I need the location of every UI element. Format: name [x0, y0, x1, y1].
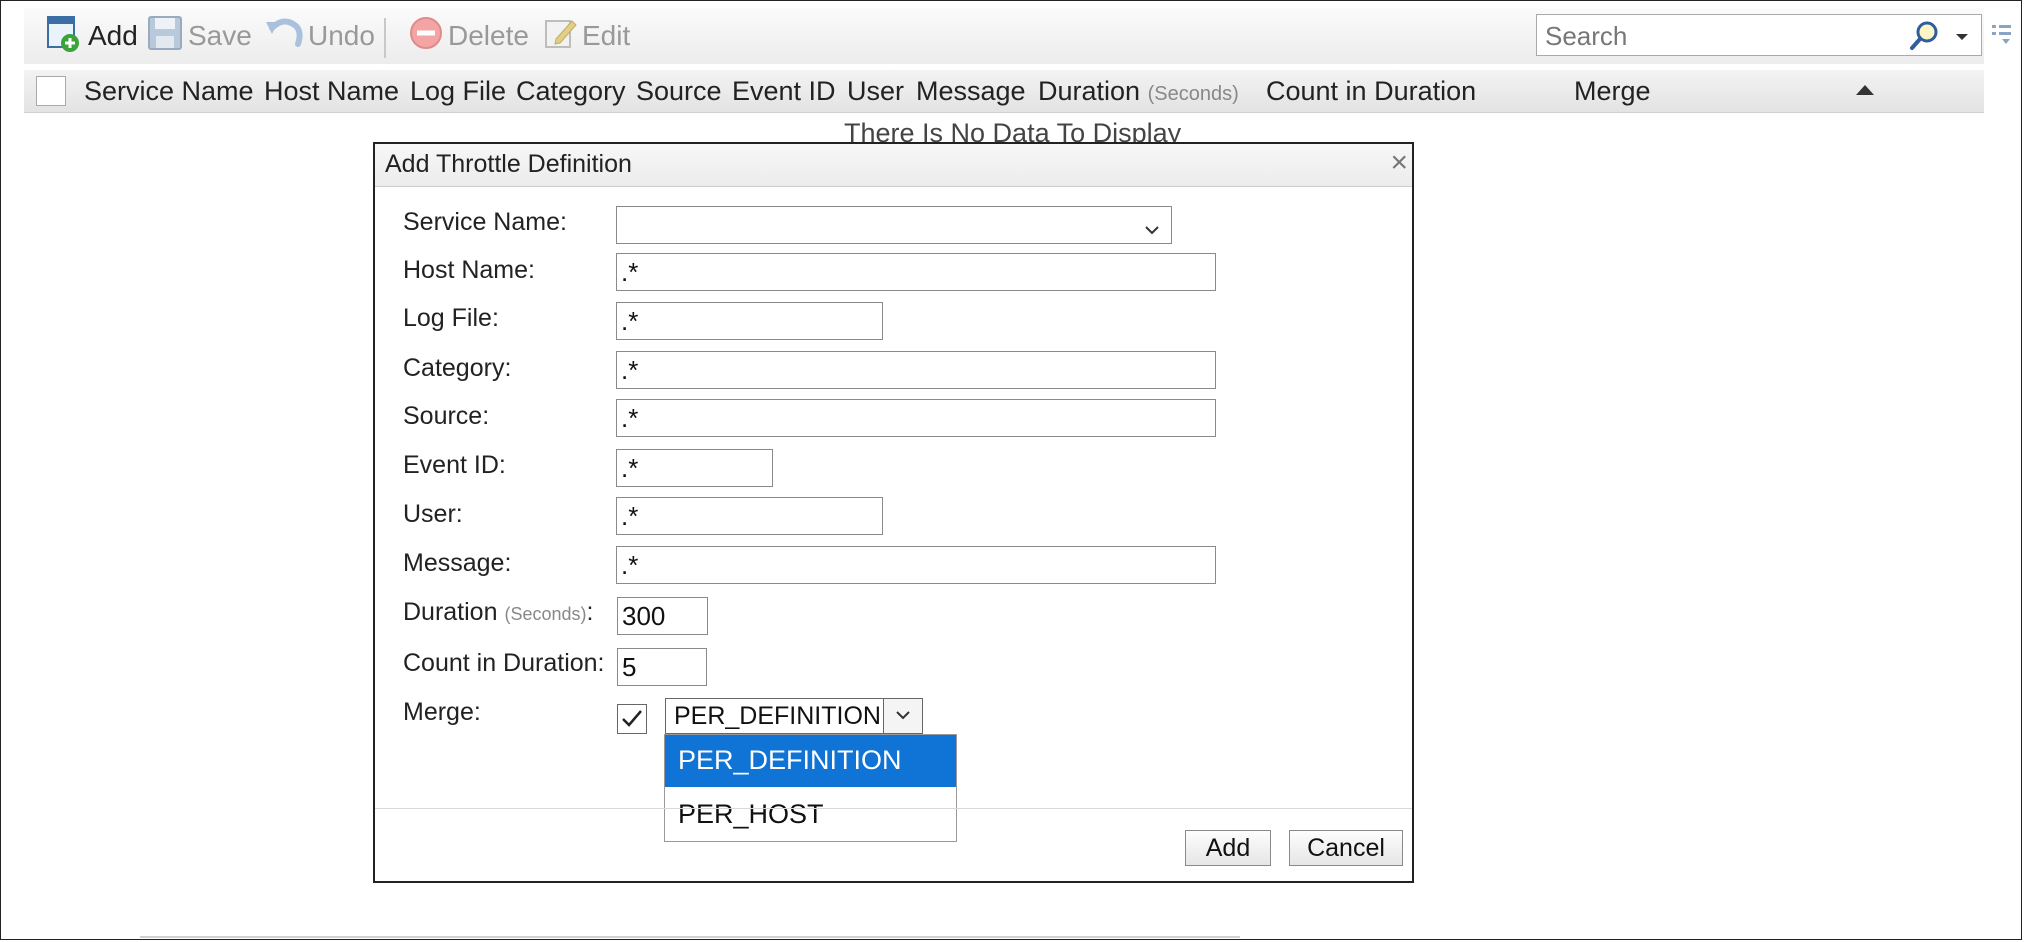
grid-header: Service Name Host Name Log File Category… — [24, 70, 1984, 113]
log-file-label: Log File: — [403, 304, 499, 332]
category-label: Category: — [403, 354, 512, 382]
column-host-name[interactable]: Host Name — [264, 76, 399, 107]
column-duration-unit: (Seconds) — [1147, 83, 1239, 105]
column-duration-label: Duration — [1038, 76, 1141, 106]
sort-ascending-icon[interactable] — [1856, 85, 1874, 95]
search-icon[interactable] — [1907, 19, 1941, 58]
merge-select[interactable]: PER_DEFINITION — [665, 698, 923, 734]
merge-selected-value: PER_DEFINITION — [674, 702, 881, 730]
user-input[interactable] — [616, 497, 883, 535]
column-message[interactable]: Message — [916, 76, 1026, 107]
column-menu-icon[interactable] — [1990, 22, 2014, 51]
merge-option-per-host[interactable]: PER_HOST — [665, 789, 956, 841]
user-label: User: — [403, 500, 463, 528]
merge-dropdown-list: PER_DEFINITION PER_HOST — [664, 734, 957, 842]
message-label: Message: — [403, 549, 512, 577]
dialog-title: Add Throttle Definition — [385, 150, 632, 178]
chevron-down-icon — [896, 711, 910, 720]
duration-label: Duration (Seconds): — [403, 598, 593, 627]
column-duration[interactable]: Duration (Seconds) — [1038, 76, 1239, 107]
edit-button[interactable]: Edit — [542, 16, 630, 56]
column-source[interactable]: Source — [636, 76, 722, 107]
column-service-name[interactable]: Service Name — [84, 76, 254, 107]
event-id-input[interactable] — [616, 449, 773, 487]
dialog-cancel-button[interactable]: Cancel — [1289, 830, 1403, 866]
merge-dropdown-button[interactable] — [883, 699, 922, 733]
dialog-footer-divider — [375, 808, 1412, 809]
search-box[interactable]: Search — [1536, 14, 1982, 56]
column-category[interactable]: Category — [516, 76, 626, 107]
column-count-in-duration[interactable]: Count in Duration — [1266, 76, 1476, 107]
service-name-select[interactable] — [616, 206, 1172, 244]
delete-icon — [408, 15, 444, 58]
merge-checkbox[interactable] — [617, 704, 647, 734]
category-input[interactable] — [616, 351, 1216, 389]
add-button-label: Add — [88, 20, 138, 51]
duration-label-colon: : — [586, 598, 594, 626]
undo-icon — [264, 14, 304, 59]
message-input[interactable] — [616, 546, 1216, 584]
edit-icon — [542, 15, 578, 58]
dialog-add-button[interactable]: Add — [1185, 830, 1271, 866]
source-label: Source: — [403, 402, 490, 430]
search-options-caret-icon[interactable] — [1955, 29, 1969, 47]
count-in-duration-label: Count in Duration: — [403, 649, 605, 677]
bottom-divider — [140, 936, 1240, 938]
toolbar: Add Save Undo Delete Edit Search — [24, 8, 1984, 64]
source-input[interactable] — [616, 399, 1216, 437]
save-button-label: Save — [188, 20, 252, 51]
log-file-input[interactable] — [616, 302, 883, 340]
merge-label: Merge: — [403, 698, 481, 726]
service-name-label: Service Name: — [403, 208, 567, 236]
save-button[interactable]: Save — [146, 14, 252, 59]
close-icon[interactable]: × — [1390, 148, 1408, 178]
toolbar-separator — [384, 18, 386, 58]
delete-button-label: Delete — [448, 20, 529, 51]
add-icon — [44, 13, 84, 60]
duration-label-text: Duration — [403, 598, 498, 626]
event-id-label: Event ID: — [403, 451, 506, 479]
undo-button[interactable]: Undo — [264, 16, 375, 56]
undo-button-label: Undo — [308, 20, 375, 51]
host-name-input[interactable] — [616, 253, 1216, 291]
duration-input[interactable] — [617, 597, 708, 635]
column-user[interactable]: User — [847, 76, 904, 107]
add-throttle-dialog: Add Throttle Definition × Service Name: … — [373, 142, 1414, 883]
column-log-file[interactable]: Log File — [410, 76, 506, 107]
column-event-id[interactable]: Event ID — [732, 76, 836, 107]
search-placeholder: Search — [1545, 21, 1628, 51]
checkmark-icon — [622, 710, 642, 727]
add-button[interactable]: Add — [44, 15, 138, 56]
dialog-title-bar[interactable]: Add Throttle Definition × — [375, 144, 1412, 187]
duration-unit: (Seconds) — [504, 604, 587, 624]
edit-button-label: Edit — [582, 20, 631, 51]
delete-button[interactable]: Delete — [408, 16, 529, 56]
chevron-down-icon — [1143, 215, 1161, 246]
merge-option-per-definition[interactable]: PER_DEFINITION — [665, 735, 956, 787]
save-icon — [146, 14, 184, 59]
count-in-duration-input[interactable] — [617, 648, 707, 686]
column-merge[interactable]: Merge — [1574, 76, 1651, 107]
select-all-checkbox[interactable] — [36, 76, 66, 106]
host-name-label: Host Name: — [403, 256, 535, 284]
